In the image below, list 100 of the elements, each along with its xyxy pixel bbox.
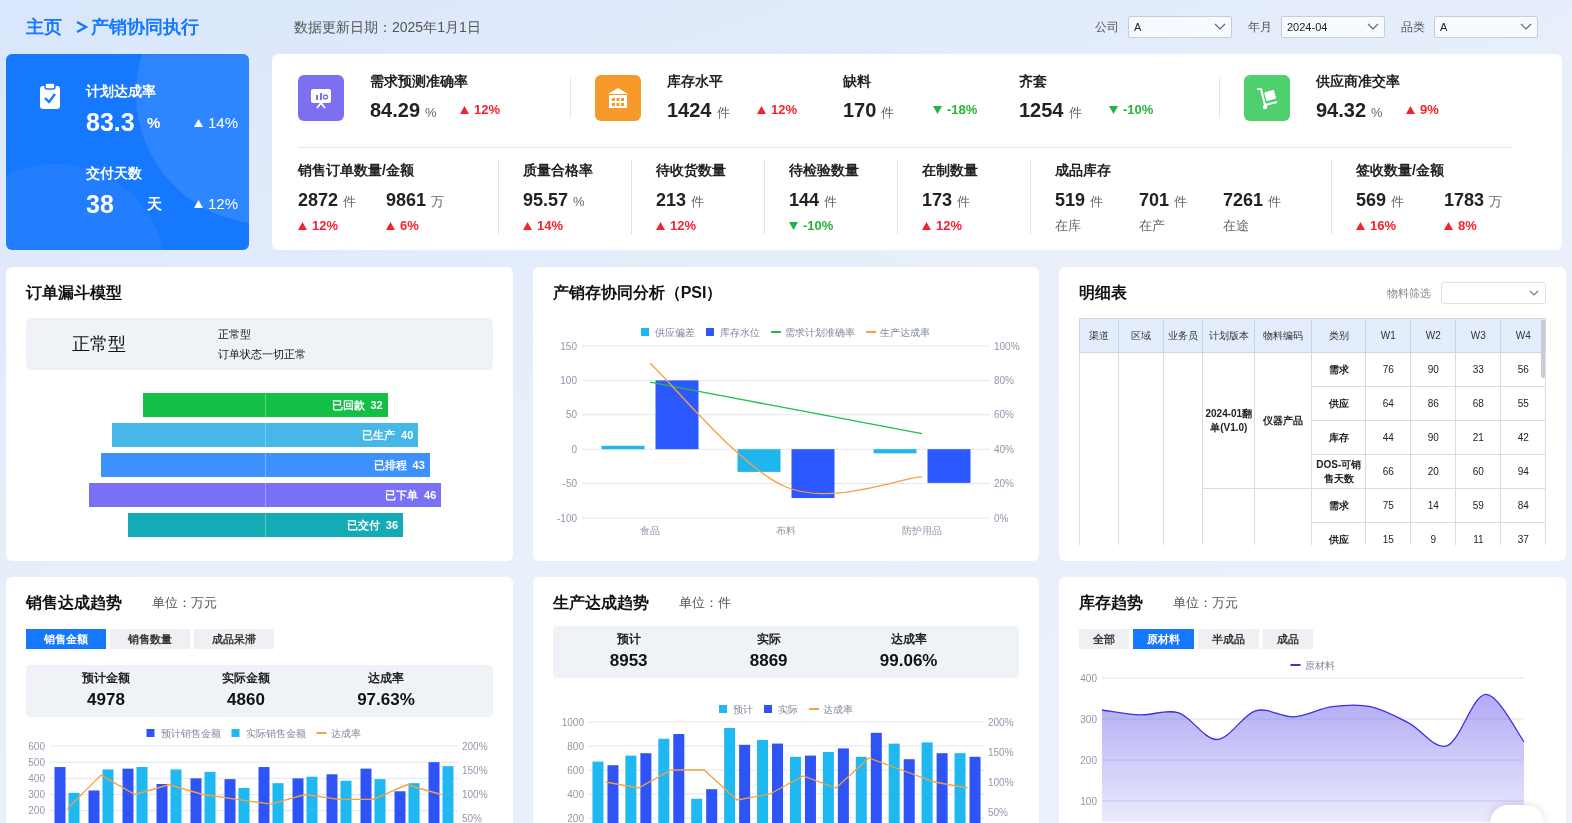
chart-board-icon [298, 75, 344, 121]
tab[interactable]: 全部 [1079, 629, 1130, 649]
metric-value: 94.32 [1316, 98, 1367, 123]
table-cell: 仪器产品 [1254, 352, 1312, 489]
unit-label: 单位：万元 [1173, 594, 1239, 613]
caption-label: 在途 [1223, 217, 1250, 235]
summary-value: 8953 [609, 650, 648, 673]
metric-value: 83.3 [86, 107, 136, 138]
column-header: W3 [1455, 318, 1501, 353]
stage-value: 40 [401, 427, 414, 443]
caption-label: 在库 [1055, 217, 1082, 235]
bar [68, 792, 80, 823]
stage-label: 已交付 [346, 517, 380, 533]
bar [238, 788, 250, 823]
select-field[interactable]: 2024-04 [1281, 16, 1385, 38]
tab[interactable]: 原材料 [1133, 629, 1195, 649]
axis-label: -100 [556, 512, 577, 524]
stage-label: 已排程 [373, 457, 407, 473]
axis-label: 300 [28, 789, 45, 800]
change-value: 6% [400, 217, 419, 235]
caret-icon [1367, 23, 1379, 31]
bar [122, 768, 134, 823]
table-cell: 66 [1365, 454, 1411, 489]
metric-value: 173 [922, 189, 953, 212]
metric-label: 成品库存 [1055, 161, 1112, 180]
axis-label: 200% [462, 740, 488, 752]
clipboard-check-icon [38, 82, 62, 110]
axis-label: 400 [28, 772, 45, 784]
bar [292, 778, 304, 823]
bar [360, 768, 372, 823]
table-cell: 44 [1365, 420, 1411, 455]
select-field[interactable]: A [1128, 16, 1232, 38]
unit-label: 件 [824, 193, 838, 211]
bar [705, 789, 717, 823]
summary-value: 8869 [749, 650, 788, 673]
table-cell: 59 [1455, 488, 1501, 523]
summary-value: 4978 [87, 689, 125, 712]
bar [625, 755, 637, 823]
bar [204, 771, 216, 823]
tab[interactable]: 销售数量 [110, 629, 190, 649]
tab[interactable]: 成品呆滞 [194, 629, 274, 649]
bar [601, 445, 645, 450]
stage-label: 已下单 [385, 487, 419, 503]
metric-label: 待检验数量 [789, 161, 860, 180]
column-header: 计划版本 [1202, 318, 1255, 353]
table-cell: 42 [1500, 420, 1546, 455]
tab[interactable]: 成品 [1263, 629, 1314, 649]
bar [969, 756, 981, 823]
bar [903, 759, 915, 823]
table-cell: 60 [1455, 454, 1501, 489]
summary-label: 预计金额 [82, 670, 130, 688]
stage-value: 46 [424, 487, 437, 503]
unit-label: 件 [1090, 193, 1104, 211]
table-cell: 33 [1455, 352, 1501, 387]
bar [428, 762, 440, 823]
select-field[interactable] [1441, 282, 1546, 304]
unit-label: 单位：万元 [152, 594, 217, 613]
axis-label: 600 [28, 740, 45, 752]
change-value: -18% [947, 101, 978, 120]
legend-label: 实际销售金额 [245, 728, 306, 739]
bar [326, 774, 338, 823]
table-cell: 20 [1410, 454, 1456, 489]
axis-label: 800 [566, 740, 584, 752]
axis-label: 200 [566, 812, 584, 823]
table-cell: 68 [1455, 386, 1501, 421]
metric-value: 170 [843, 98, 877, 123]
legend-label: 库存水位 [719, 327, 760, 338]
metric-value: 1783 [1444, 189, 1485, 212]
axis-label: 150 [559, 340, 577, 352]
scrollbar[interactable] [1541, 320, 1545, 378]
table-cell: 21 [1455, 420, 1501, 455]
axis-label: 300 [1080, 713, 1098, 725]
unit-label: 件 [1174, 193, 1188, 211]
axis-label: 400 [566, 788, 584, 800]
bar [374, 779, 386, 823]
tab[interactable]: 半成品 [1198, 629, 1260, 649]
summary-label: 达成率 [890, 631, 927, 649]
panel-title: 明细表 [1079, 283, 1128, 303]
status-title: 正常型 [71, 332, 127, 356]
metric-label: 在制数量 [922, 161, 979, 180]
caret-icon [1529, 290, 1539, 296]
filter-label: 品类 [1401, 19, 1425, 36]
select-field[interactable]: A [1434, 16, 1538, 38]
axis-label: 100% [987, 776, 1014, 788]
change-value: 16% [1370, 217, 1397, 235]
axis-label: 500 [28, 756, 45, 768]
axis-label: 40% [993, 443, 1014, 455]
bar [102, 769, 114, 823]
tab[interactable]: 销售金额 [26, 629, 106, 649]
legend-item: 供应偏差 [640, 327, 695, 338]
legend-item: 库存水位 [705, 327, 760, 338]
filter-label: 物料筛选 [1387, 285, 1431, 301]
metric-label: 质量合格率 [523, 161, 594, 180]
legend-label: 需求计划准确率 [784, 327, 855, 338]
metric-label: 缺料 [843, 72, 872, 91]
bar [224, 779, 236, 823]
legend-item: 预计 [718, 704, 753, 715]
hand-truck-icon [1244, 75, 1290, 121]
table-cell: DOS-可销售天数 [1311, 454, 1366, 489]
axis-label: 50% [987, 806, 1008, 818]
